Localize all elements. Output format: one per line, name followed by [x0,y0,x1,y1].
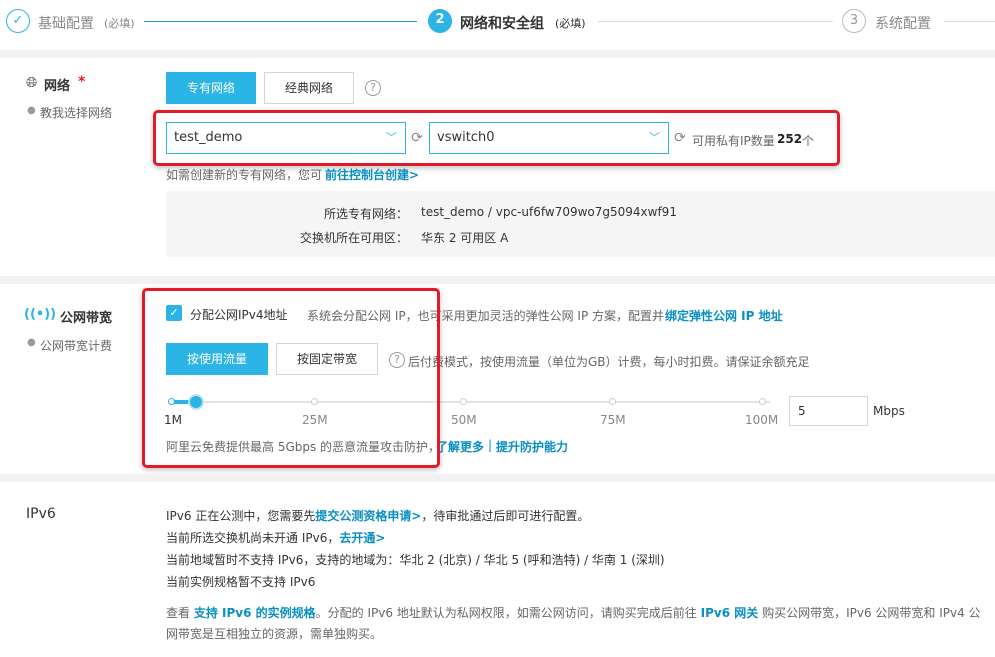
required-mark: * [78,74,86,90]
ipv6-line-1-prefix: IPv6 正在公测中，您需要先 [166,509,316,523]
step2-required: (必填) [555,17,586,30]
create-vpc-hint: 如需创建新的专有网络，您可 [166,168,323,182]
ipv6-note-suffix: 购买公网带宽，IPv6 公网带宽和 IPv4 公 [762,606,981,620]
step1-label[interactable]: 基础配置 [38,13,94,33]
stepper: ✓ 基础配置 (必填) 2 网络和安全组 (必填) 3 系统配置 [0,0,995,50]
billing-desc: 后付费模式，按使用流量（单位为GB）计费，每小时扣费。请保证余额充足 [408,355,810,369]
tick-label-100m: 100M [745,413,779,427]
selected-info-panel: 所选专有网络： test_demo / vpc-uf6fw709wo7g5094… [166,191,995,257]
tab-classic[interactable]: 经典网络 [264,72,354,104]
step1-check-icon[interactable]: ✓ [6,9,30,33]
tick-label-50m: 50M [451,413,477,427]
ipv6-line-1-suffix: ，待审批通过后即可进行配置。 [421,509,590,523]
slider-tick-100m [759,398,766,405]
improve-protection-link[interactable]: 提升防护能力 [496,438,568,455]
step3-label: 系统配置 [875,16,931,32]
step-connector-3 [944,21,995,22]
tab-vpc[interactable]: 专有网络 [166,72,256,104]
slider-tick-75m [609,398,616,405]
highlight-box-network [153,110,840,166]
bandwidth-title: 公网带宽 [60,311,113,326]
learn-more-link[interactable]: 了解更多 [436,438,484,455]
ipv6-gateway-link[interactable]: IPv6 网关 [701,606,759,620]
selected-vpc-label: 所选专有网络： [323,207,408,221]
bullet-dot: ● [27,105,36,116]
step-connector-1 [144,21,417,22]
zone-value: 华东 2 可用区 A [421,231,509,245]
bullet-dot: ● [27,337,36,348]
step2-number-icon: 2 [428,9,452,33]
globe-icon: 🌐︎ [26,75,38,91]
bind-eip-link[interactable]: 绑定弹性公网 IP 地址 [665,307,783,324]
link-divider: | [488,438,493,452]
ipv6-line-2-prefix: 当前所选交换机尚未开通 IPv6， [166,531,340,545]
step2-label: 网络和安全组 [460,16,544,32]
tick-label-75m: 75M [600,413,626,427]
create-vpc-link[interactable]: 前往控制台创建> [325,166,419,183]
step1-required: (必填) [104,17,135,30]
section-separator [0,474,995,482]
ipv6-line-2: 当前所选交换机尚未开通 IPv6，去开通> [166,529,385,546]
selected-vpc-value: test_demo / vpc-uf6fw709wo7g5094xwf91 [421,205,677,219]
zone-label: 交换机所在可用区： [299,231,408,245]
ipv6-line-1: IPv6 正在公测中，您需要先提交公测资格申请>，待审批通过后即可进行配置。 [166,507,589,524]
signal-icon: ((•)) [24,307,57,322]
ipv6-instance-types-link[interactable]: 支持 IPv6 的实例规格 [194,606,316,620]
help-icon[interactable]: ? [365,80,381,96]
ipv6-note: 查看 支持 IPv6 的实例规格。分配的 IPv6 地址默认为私网权限，如需公网… [166,604,981,621]
bandwidth-input[interactable]: 5 [789,396,868,426]
section-separator [0,50,995,58]
step3-number-icon: 3 [842,9,866,33]
ipv6-note-line-2: 网带宽是互相独立的资源，需单独购买。 [166,627,383,641]
network-title: 网络 [44,79,71,94]
step-connector-2 [598,21,833,22]
slider-tick-50m [460,398,467,405]
ipv6-title: IPv6 [26,506,56,522]
ipv6-note-prefix: 查看 [166,606,191,620]
ipv6-apply-link[interactable]: 提交公测资格申请> [315,509,421,523]
section-separator [0,276,995,284]
highlight-box-bandwidth [142,288,440,468]
ipv6-note-mid: 。分配的 IPv6 地址默认为私网权限，如需公网访问，请购买完成后前往 [315,606,697,620]
network-help-link[interactable]: 教我选择网络 [40,104,112,121]
bandwidth-unit: Mbps [873,404,905,418]
bandwidth-sub-label: 公网带宽计费 [40,339,113,353]
ipv6-line-4: 当前实例规格暂不支持 IPv6 [166,575,316,589]
ipv6-line-3: 当前地域暂时不支持 IPv6，支持的地域为：华北 2 (北京) / 华北 5 (… [166,553,665,567]
ipv6-enable-link[interactable]: 去开通> [339,531,385,545]
